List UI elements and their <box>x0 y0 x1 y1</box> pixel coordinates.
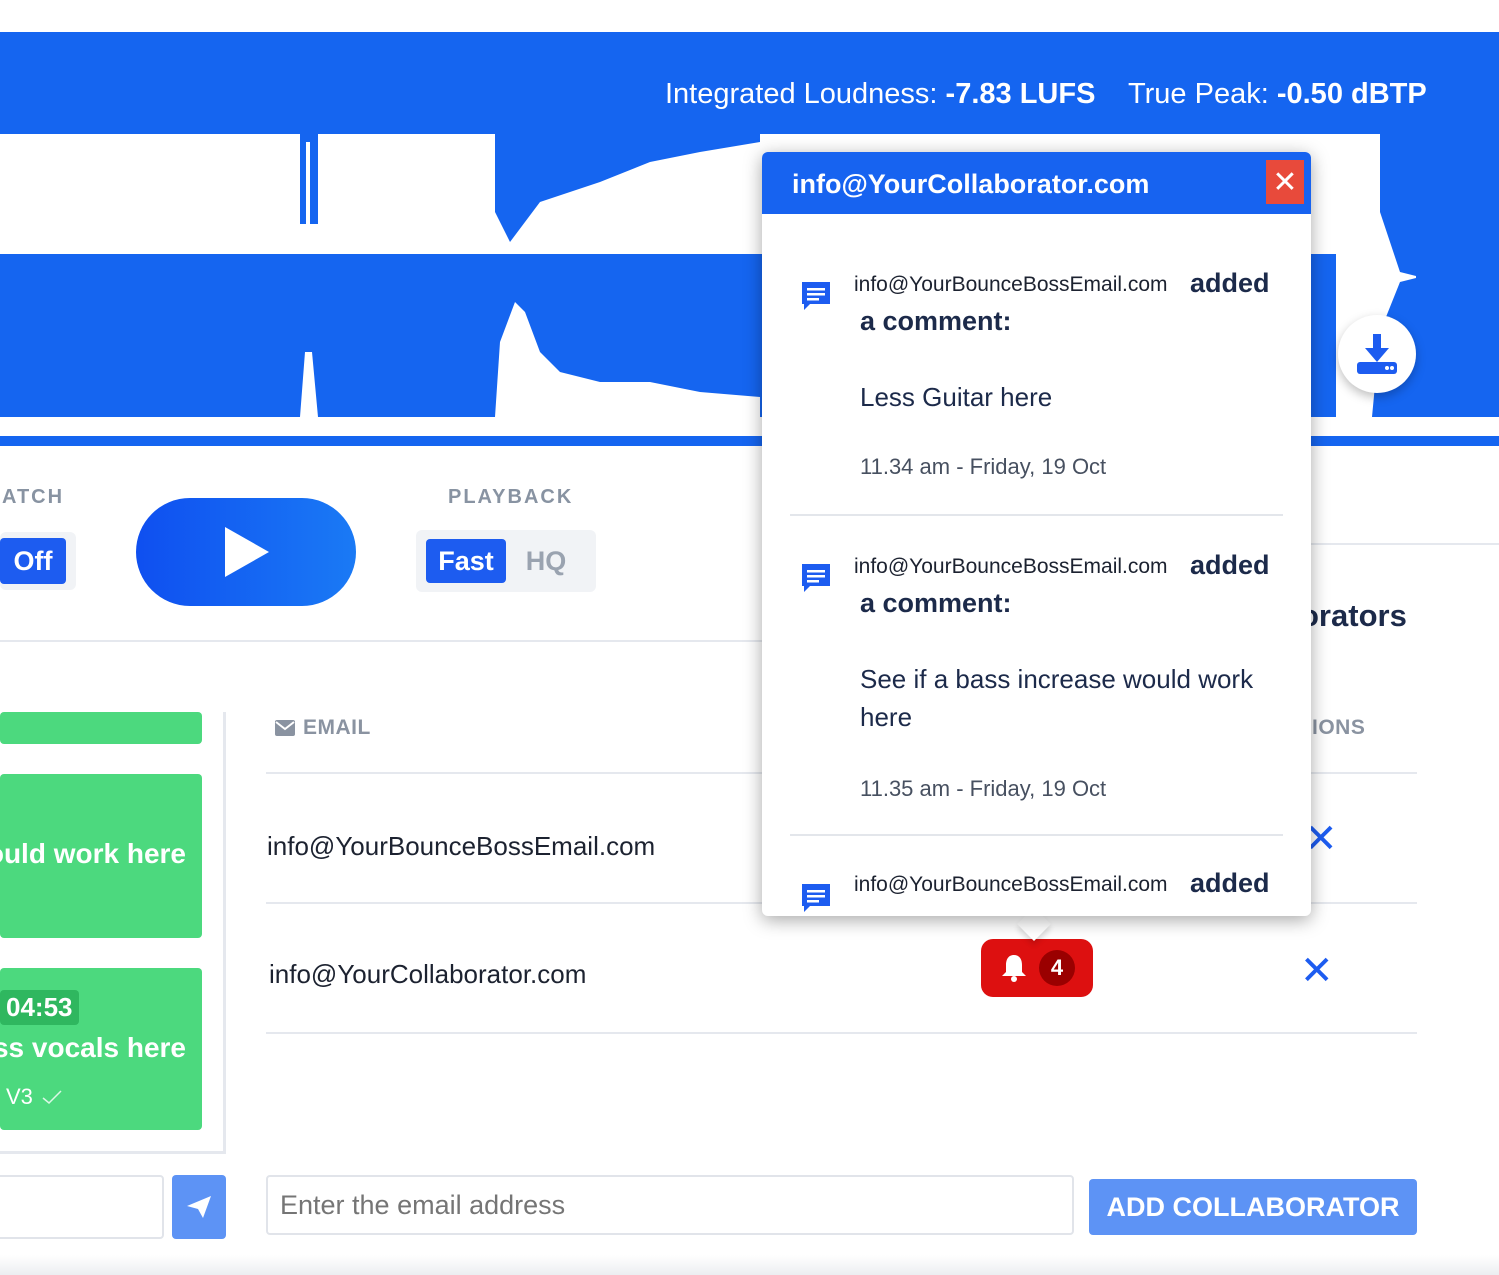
notification-action-cont: a comment: <box>860 306 1012 336</box>
page-bottom-edge <box>0 1255 1499 1275</box>
notification-author: info@YourBounceBossEmail.com <box>854 555 1168 578</box>
remove-collaborator-button[interactable]: ✕ <box>1300 948 1334 994</box>
collaborator-email: info@YourCollaborator.com <box>269 959 587 989</box>
loudness-label: Integrated Loudness: <box>665 78 938 110</box>
divider <box>1300 543 1499 545</box>
playback-toggle[interactable]: Fast HQ <box>416 530 596 592</box>
email-column-header: EMAIL <box>275 716 371 740</box>
comment-card[interactable] <box>0 712 202 744</box>
true-peak: True Peak: -0.50 dBTP <box>1128 78 1427 111</box>
notification-time: 11.34 am - Friday, 19 Oct <box>860 454 1107 479</box>
playback-label: PLAYBACK <box>448 486 574 508</box>
peak-label: True Peak: <box>1128 78 1269 110</box>
notifications-popup[interactable]: info@YourCollaborator.com ✕ info@YourBou… <box>762 152 1311 916</box>
actions-column-header: IONS <box>1312 716 1366 739</box>
notification-action-cont: a comment: <box>860 588 1012 618</box>
add-collaborator-button[interactable]: ADD COLLABORATOR <box>1089 1179 1417 1235</box>
close-icon: ✕ <box>1272 165 1298 199</box>
mail-icon <box>275 720 295 736</box>
peak-value: -0.50 dBTP <box>1276 78 1427 110</box>
comments-panel[interactable]: ould work here 04:53 ess vocals here V3 <box>0 712 226 1154</box>
notification-item[interactable]: info@YourBounceBossEmail.com added <box>762 836 1311 916</box>
notification-badge[interactable]: 4 <box>981 939 1093 997</box>
loudness-value: -7.83 LUFS <box>945 78 1096 110</box>
notification-author: info@YourBounceBossEmail.com <box>854 873 1168 896</box>
collaborator-email: info@YourBounceBossEmail.com <box>267 831 656 861</box>
notification-action: added <box>1190 550 1270 580</box>
match-off-option[interactable]: Off <box>0 538 66 584</box>
download-button[interactable] <box>1338 315 1416 393</box>
playback-fast-option[interactable]: Fast <box>426 539 506 583</box>
notification-item[interactable]: info@YourBounceBossEmail.com added a com… <box>762 516 1311 836</box>
comment-card[interactable]: 04:53 ess vocals here V3 <box>0 968 202 1130</box>
check-icon <box>42 1090 62 1105</box>
comment-icon <box>802 564 830 592</box>
notification-item[interactable]: info@YourBounceBossEmail.com added a com… <box>762 214 1311 516</box>
popup-title: info@YourCollaborator.com <box>792 169 1150 199</box>
playback-hq-option[interactable]: HQ <box>512 539 580 583</box>
download-icon <box>1357 334 1397 374</box>
notification-time: 11.35 am - Friday, 19 Oct <box>860 776 1107 801</box>
email-input[interactable] <box>266 1175 1074 1235</box>
comment-timestamp[interactable]: 04:53 <box>0 990 79 1025</box>
collaborators-title: orators <box>1300 598 1407 633</box>
notification-action: added <box>1190 868 1270 898</box>
comment-text: ess vocals here <box>0 1032 186 1063</box>
comment-icon <box>802 282 830 310</box>
table-divider <box>266 1032 1417 1034</box>
notification-action: added <box>1190 268 1270 298</box>
notification-author: info@YourBounceBossEmail.com <box>854 273 1168 296</box>
popup-header: info@YourCollaborator.com ✕ <box>762 152 1311 214</box>
send-button[interactable] <box>172 1175 226 1239</box>
comment-input[interactable] <box>0 1175 164 1239</box>
notification-body: Less Guitar here <box>860 382 1053 412</box>
comment-text: ould work here <box>0 838 186 869</box>
divider <box>0 640 780 642</box>
play-button[interactable] <box>136 498 356 606</box>
comment-icon <box>802 884 830 912</box>
close-button[interactable]: ✕ <box>1266 160 1304 204</box>
comment-version: V3 <box>6 1084 63 1110</box>
notification-body: See if a bass increase would work here <box>860 664 1254 732</box>
comment-card[interactable]: ould work here <box>0 774 202 938</box>
notification-count: 4 <box>1039 950 1075 986</box>
play-icon <box>225 527 269 577</box>
integrated-loudness: Integrated Loudness: -7.83 LUFS <box>665 78 1095 111</box>
match-label: ATCH <box>2 486 65 508</box>
bell-icon <box>1002 955 1026 982</box>
match-toggle[interactable]: Off <box>0 532 76 590</box>
version-label: V3 <box>6 1084 33 1109</box>
email-header-label: EMAIL <box>303 716 371 739</box>
table-row: info@YourCollaborator.com ✕ <box>266 904 1417 1032</box>
send-icon <box>187 1196 211 1218</box>
